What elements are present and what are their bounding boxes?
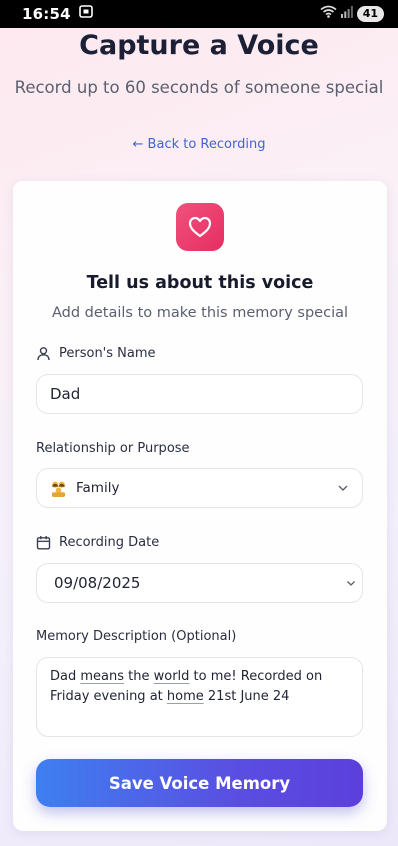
date-field-label: Recording Date [36, 535, 159, 550]
description-text-part: means [80, 669, 125, 684]
description-text-part: Dad [50, 669, 81, 684]
description-text-part: home [166, 689, 204, 704]
person-name-value: Dad [50, 385, 81, 403]
heart-icon [188, 216, 212, 238]
calendar-icon [36, 536, 51, 550]
page-subtitle: Record up to 60 seconds of someone speci… [14, 78, 384, 97]
name-field-label-text: Person's Name [59, 346, 156, 361]
description-field-label: Memory Description (Optional) [36, 629, 236, 644]
person-name-input[interactable]: Dad [36, 374, 363, 414]
recording-date-value: 09/08/2025 [54, 574, 141, 592]
memory-description-textarea[interactable]: Dad means the world to me! Recorded on F… [36, 657, 363, 737]
description-text-part: world [153, 669, 190, 684]
back-to-recording-link[interactable]: ← Back to Recording [0, 137, 398, 152]
date-field-label-text: Recording Date [59, 535, 160, 550]
page-title: Capture a Voice [79, 30, 319, 61]
recording-date-input[interactable]: 09/08/2025 [36, 563, 363, 603]
signal-icon [340, 5, 353, 23]
family-emoji-icon [51, 481, 66, 497]
person-icon [37, 347, 50, 361]
status-time: 16:54 [22, 5, 71, 23]
screenshot-icon [78, 5, 93, 23]
wifi-icon [320, 5, 337, 23]
card-subtitle: Add details to make this memory special [51, 305, 349, 321]
card-title: Tell us about this voice [86, 273, 314, 293]
relationship-select[interactable]: Family [36, 468, 363, 508]
relationship-value: Family [76, 480, 120, 496]
voice-details-card: Tell us about this voice Add details to … [13, 181, 387, 831]
description-field-label-text: Memory Description (Optional) [36, 629, 237, 644]
save-voice-memory-button[interactable]: Save Voice Memory [36, 759, 363, 807]
chevron-down-icon [338, 485, 348, 491]
name-field-label: Person's Name [36, 346, 156, 361]
heart-badge [176, 203, 224, 251]
chevron-down-icon [347, 580, 355, 586]
description-text-part: the [124, 669, 154, 684]
status-bar: 16:54 41 [0, 0, 398, 28]
battery-indicator: 41 [356, 6, 384, 22]
relationship-field-label: Relationship or Purpose [36, 441, 190, 456]
relationship-field-label-text: Relationship or Purpose [36, 441, 190, 456]
description-text-part: 21st June 24 [203, 689, 290, 704]
